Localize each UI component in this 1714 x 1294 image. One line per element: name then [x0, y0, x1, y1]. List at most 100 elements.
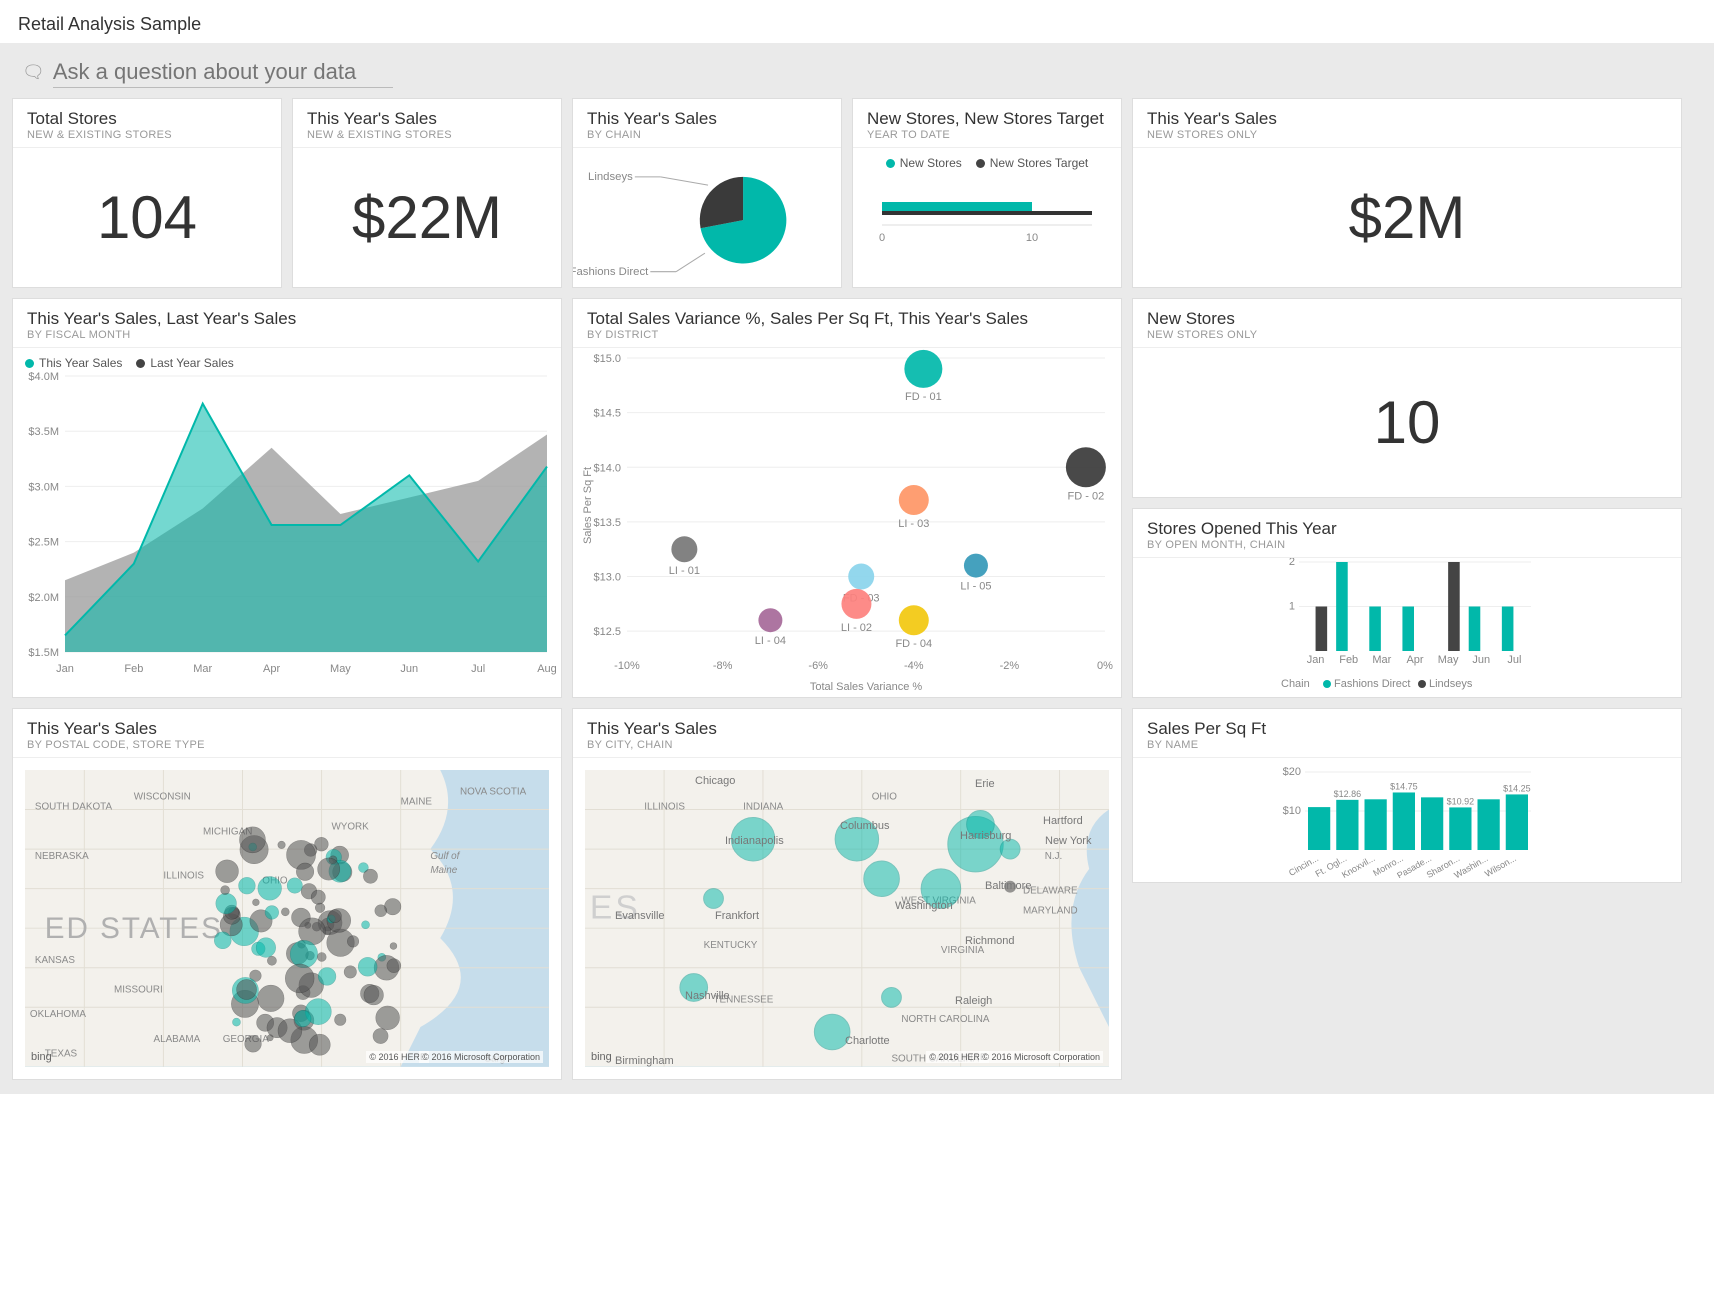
map-copyright: © 2016 Microsoft Corporation [979, 1051, 1103, 1063]
tile-total-stores[interactable]: Total Stores NEW & EXISTING STORES 104 [12, 98, 282, 288]
svg-text:Fashions Direct: Fashions Direct [1334, 678, 1410, 690]
tile-sqft-name[interactable]: Sales Per Sq Ft BY NAME $10$20$12.86$14.… [1132, 708, 1682, 883]
tile-title: New Stores, New Stores Target [867, 109, 1107, 129]
legend-label: Last Year Sales [150, 356, 233, 370]
svg-text:Apr: Apr [263, 663, 280, 675]
tile-subtitle: NEW & EXISTING STORES [307, 129, 547, 141]
tile-title: This Year's Sales [307, 109, 547, 129]
svg-text:-10%: -10% [614, 660, 640, 672]
svg-text:$3.5M: $3.5M [28, 426, 59, 438]
tile-subtitle: BY FISCAL MONTH [27, 329, 547, 341]
svg-text:0: 0 [879, 232, 885, 244]
map-copyright: © 2016 Microsoft Corporation [419, 1051, 543, 1063]
tile-title: This Year's Sales [587, 109, 827, 129]
tile-subtitle: YEAR TO DATE [867, 129, 1107, 141]
map-viewport[interactable]: ES ILLINOIS INDIANA OHIO WEST VIRGINIA K… [585, 770, 1109, 1067]
tile-title: This Year's Sales [587, 719, 1107, 739]
svg-text:Mar: Mar [1372, 654, 1391, 666]
kpi-value: $2M [1133, 148, 1681, 287]
svg-text:LI - 01: LI - 01 [669, 565, 700, 577]
tile-subtitle: BY NAME [1147, 739, 1667, 751]
tile-title: Sales Per Sq Ft [1147, 719, 1667, 739]
tile-subtitle: NEW STORES ONLY [1147, 129, 1667, 141]
svg-text:-4%: -4% [904, 660, 924, 672]
svg-text:Jun: Jun [1472, 654, 1490, 666]
tile-subtitle: NEW STORES ONLY [1147, 329, 1667, 341]
tile-subtitle: BY OPEN MONTH, CHAIN [1147, 539, 1667, 551]
svg-text:-8%: -8% [713, 660, 733, 672]
svg-text:Feb: Feb [124, 663, 143, 675]
tile-variance-scatter[interactable]: Total Sales Variance %, Sales Per Sq Ft,… [572, 298, 1122, 698]
svg-text:Jan: Jan [56, 663, 74, 675]
tile-subtitle: BY CITY, CHAIN [587, 739, 1107, 751]
qna-input[interactable] [53, 57, 393, 88]
svg-text:$13.5: $13.5 [593, 517, 621, 529]
legend-label: New Stores Target [990, 156, 1089, 170]
svg-text:Total Sales Variance %: Total Sales Variance % [810, 681, 923, 693]
svg-text:FD - 04: FD - 04 [895, 638, 932, 650]
svg-text:FD - 01: FD - 01 [905, 391, 942, 403]
tile-title: Stores Opened This Year [1147, 519, 1667, 539]
svg-text:2: 2 [1289, 558, 1295, 568]
tile-sales-by-chain[interactable]: This Year's Sales BY CHAIN LindseysFashi… [572, 98, 842, 288]
tile-map-city[interactable]: This Year's Sales BY CITY, CHAIN ES ILLI… [572, 708, 1122, 1080]
svg-text:Aug: Aug [537, 663, 557, 675]
svg-text:10: 10 [1026, 232, 1038, 244]
svg-text:Chain: Chain [1281, 678, 1310, 690]
svg-text:$13.0: $13.0 [593, 572, 621, 584]
svg-text:Jul: Jul [471, 663, 485, 675]
svg-text:0%: 0% [1097, 660, 1113, 672]
bing-logo: bing [591, 1051, 612, 1063]
svg-text:$15.0: $15.0 [593, 353, 621, 365]
svg-text:LI - 03: LI - 03 [898, 518, 929, 530]
legend-label: New Stores [900, 156, 962, 170]
tile-map-postal[interactable]: This Year's Sales BY POSTAL CODE, STORE … [12, 708, 562, 1080]
svg-text:May: May [330, 663, 351, 675]
page-title: Retail Analysis Sample [0, 0, 1714, 43]
svg-text:$2.5M: $2.5M [28, 537, 59, 549]
svg-text:$20: $20 [1283, 766, 1301, 778]
svg-text:Lindseys: Lindseys [588, 171, 633, 183]
svg-text:Fashions Direct: Fashions Direct [573, 266, 649, 278]
dashboard-canvas: 🗨 Total Stores NEW & EXISTING STORES 104… [0, 43, 1714, 1094]
svg-text:LI - 05: LI - 05 [960, 581, 991, 593]
legend-label: This Year Sales [39, 356, 122, 370]
tile-sales-trend[interactable]: This Year's Sales, Last Year's Sales BY … [12, 298, 562, 698]
tile-title: New Stores [1147, 309, 1667, 329]
svg-text:$10.92: $10.92 [1447, 796, 1475, 806]
svg-text:Lindseys: Lindseys [1429, 678, 1473, 690]
svg-text:LI - 04: LI - 04 [755, 635, 786, 647]
kpi-value: $22M [293, 148, 561, 287]
tile-sales-all[interactable]: This Year's Sales NEW & EXISTING STORES … [292, 98, 562, 288]
tile-title: Total Sales Variance %, Sales Per Sq Ft,… [587, 309, 1107, 329]
svg-text:Sales Per Sq Ft: Sales Per Sq Ft [582, 467, 594, 544]
kpi-value: 10 [1133, 348, 1681, 497]
tile-subtitle: BY POSTAL CODE, STORE TYPE [27, 739, 547, 751]
svg-text:$14.5: $14.5 [593, 408, 621, 420]
svg-text:Feb: Feb [1339, 654, 1358, 666]
svg-text:$12.5: $12.5 [593, 626, 621, 638]
svg-text:Mar: Mar [193, 663, 212, 675]
svg-text:$12.86: $12.86 [1334, 789, 1362, 799]
bing-logo: bing [31, 1051, 52, 1063]
tile-new-stores-target[interactable]: New Stores, New Stores Target YEAR TO DA… [852, 98, 1122, 288]
svg-text:Jun: Jun [400, 663, 418, 675]
svg-text:$14.0: $14.0 [593, 462, 621, 474]
tile-sales-new-only[interactable]: This Year's Sales NEW STORES ONLY $2M [1132, 98, 1682, 288]
chat-icon: 🗨 [22, 62, 45, 83]
svg-text:LI - 02: LI - 02 [841, 622, 872, 634]
svg-text:-2%: -2% [1000, 660, 1020, 672]
tile-title: This Year's Sales [27, 719, 547, 739]
svg-text:FD - 02: FD - 02 [1068, 490, 1105, 502]
svg-text:$4.0M: $4.0M [28, 371, 59, 383]
svg-text:Apr: Apr [1406, 654, 1423, 666]
svg-text:1: 1 [1289, 601, 1295, 613]
map-viewport[interactable]: ED STATES SOUTH DAKOTA WISCONSIN MICHIGA… [25, 770, 549, 1067]
tile-subtitle: BY DISTRICT [587, 329, 1107, 341]
tile-new-stores[interactable]: New Stores NEW STORES ONLY 10 [1132, 298, 1682, 498]
svg-text:$14.75: $14.75 [1390, 781, 1418, 791]
svg-text:$3.0M: $3.0M [28, 481, 59, 493]
tile-subtitle: NEW & EXISTING STORES [27, 129, 267, 141]
svg-text:-6%: -6% [808, 660, 828, 672]
tile-stores-opened[interactable]: Stores Opened This Year BY OPEN MONTH, C… [1132, 508, 1682, 698]
